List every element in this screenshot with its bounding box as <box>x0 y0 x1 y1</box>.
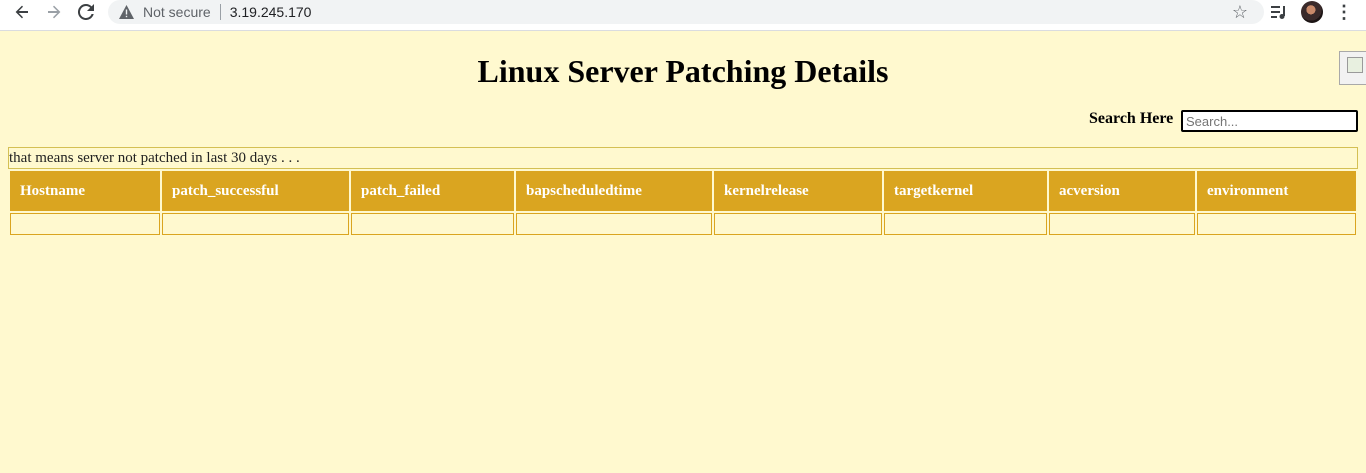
bookmark-star-icon[interactable]: ☆ <box>1232 2 1248 23</box>
forward-arrow-icon[interactable] <box>39 0 69 24</box>
table-cell <box>351 213 514 235</box>
column-header-patch-successful[interactable]: patch_successful <box>162 171 349 211</box>
column-header-patch-failed[interactable]: patch_failed <box>351 171 514 211</box>
table-cell <box>1197 213 1356 235</box>
reload-icon[interactable] <box>71 0 101 24</box>
table-row <box>10 213 1356 235</box>
notice-text: that means server not patched in last 30… <box>8 147 1358 169</box>
table-cell <box>162 213 349 235</box>
address-divider <box>219 4 221 20</box>
back-arrow-icon[interactable] <box>7 0 37 24</box>
table-cell <box>10 213 160 235</box>
address-bar[interactable]: Not secure 3.19.245.170 ☆ <box>108 0 1264 24</box>
browser-toolbar: Not secure 3.19.245.170 ☆ ⋮ <box>0 0 1366 31</box>
security-label[interactable]: Not secure <box>143 4 211 20</box>
table-cell <box>884 213 1047 235</box>
column-header-bapscheduledtime[interactable]: bapscheduledtime <box>516 171 712 211</box>
patching-table: Hostname patch_successful patch_failed b… <box>8 169 1358 237</box>
table-cell <box>1049 213 1195 235</box>
table-cell <box>516 213 712 235</box>
profile-avatar[interactable] <box>1301 1 1323 23</box>
column-header-environment[interactable]: environment <box>1197 171 1356 211</box>
table-header-row: Hostname patch_successful patch_failed b… <box>10 171 1356 211</box>
column-header-hostname[interactable]: Hostname <box>10 171 160 211</box>
search-input[interactable] <box>1181 110 1358 132</box>
broken-image-icon <box>1339 51 1366 85</box>
kebab-menu-icon[interactable]: ⋮ <box>1335 1 1353 23</box>
column-header-kernelrelease[interactable]: kernelrelease <box>714 171 882 211</box>
page-title: Linux Server Patching Details <box>477 53 889 89</box>
media-control-icon[interactable] <box>1270 3 1288 21</box>
table-cell <box>714 213 882 235</box>
url-text[interactable]: 3.19.245.170 <box>230 4 312 20</box>
warning-icon[interactable] <box>118 4 134 20</box>
column-header-acversion[interactable]: acversion <box>1049 171 1195 211</box>
search-label: Search Here <box>1089 110 1174 127</box>
column-header-targetkernel[interactable]: targetkernel <box>884 171 1047 211</box>
